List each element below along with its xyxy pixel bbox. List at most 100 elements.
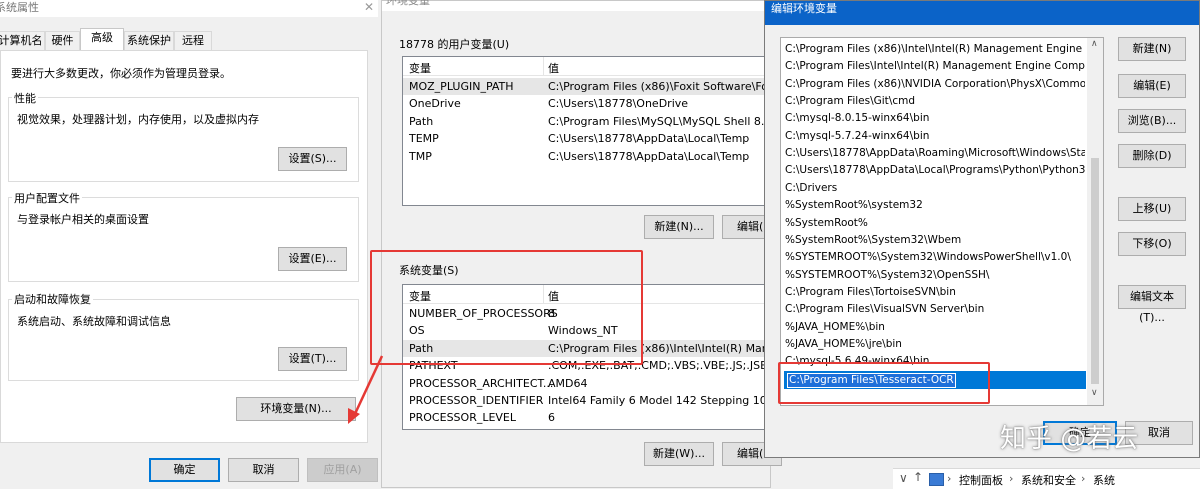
- variable-name: PROCESSOR_IDENTIFIER: [409, 394, 544, 407]
- breadcrumb-system[interactable]: 系统: [1093, 472, 1115, 488]
- move-down-button[interactable]: 下移(O): [1118, 232, 1186, 256]
- list-item[interactable]: TEMP C:\Users\18778\AppData\Local\Temp: [403, 130, 771, 147]
- user-profile-label: 用户配置文件: [12, 190, 82, 206]
- startup-recovery-label: 启动和故障恢复: [12, 291, 93, 307]
- environment-variables-window: 环境变量 18778 的用户变量(U) 变量 值 MOZ_PLUGIN_PATH…: [381, 0, 782, 488]
- tab-computer-name[interactable]: 计算机名: [0, 31, 45, 50]
- advanced-tab-page: 要进行大多数更改，你必须作为管理员登录。 性能 视觉效果，处理器计划，内存使用，…: [0, 50, 368, 443]
- path-entry-item[interactable]: C:\mysql-5.7.24-winx64\bin: [785, 128, 1085, 145]
- tab-strip: 计算机名 硬件 高级 系统保护 远程: [0, 28, 378, 50]
- path-entry-item[interactable]: C:\Drivers: [785, 180, 1085, 197]
- user-profile-desc: 与登录帐户相关的桌面设置: [17, 213, 149, 226]
- edit-env-titlebar: 编辑环境变量: [765, 1, 1199, 25]
- breadcrumb-system-security[interactable]: 系统和安全: [1021, 472, 1076, 488]
- list-item[interactable]: Path C:\Program Files\MySQL\MySQL Shell 8…: [403, 113, 771, 130]
- breadcrumb-separator-icon: ›: [1009, 472, 1014, 485]
- list-item[interactable]: MOZ_PLUGIN_PATH C:\Program Files (x86)\Fo…: [403, 78, 771, 95]
- watermark-text: 知乎 @若云: [1000, 424, 1139, 454]
- move-up-button[interactable]: 上移(U): [1118, 197, 1186, 221]
- browse-button[interactable]: 浏览(B)...: [1118, 109, 1186, 133]
- variable-value: C:\Users\18778\AppData\Local\Temp: [548, 132, 750, 145]
- cancel-button[interactable]: 取消: [228, 458, 299, 482]
- close-icon[interactable]: ✕: [364, 0, 374, 14]
- tab-label: 远程: [182, 34, 204, 47]
- performance-desc: 视觉效果，处理器计划，内存使用，以及虚拟内存: [17, 113, 259, 126]
- vertical-scrollbar[interactable]: ∧ ∨: [1087, 38, 1103, 405]
- path-entry-item[interactable]: %SystemRoot%\system32: [785, 197, 1085, 214]
- edit-entry-button[interactable]: 编辑(E): [1118, 74, 1186, 98]
- startup-settings-button[interactable]: 设置(T)...: [278, 347, 347, 371]
- scrollbar-thumb[interactable]: [1091, 158, 1099, 384]
- breadcrumb-separator-icon: ›: [1081, 472, 1086, 485]
- variable-name: OneDrive: [409, 97, 461, 110]
- variable-name: PROCESSOR_ARCHITECT...: [409, 377, 554, 390]
- path-entry-item[interactable]: C:\Program Files\TortoiseSVN\bin: [785, 284, 1085, 301]
- path-entry-item[interactable]: C:\Program Files (x86)\NVIDIA Corporatio…: [785, 76, 1085, 93]
- list-item[interactable]: PROCESSOR_IDENTIFIER Intel64 Family 6 Mod…: [403, 392, 771, 409]
- tab-advanced[interactable]: 高级: [80, 28, 124, 50]
- variable-name: Path: [409, 115, 434, 128]
- edit-text-button[interactable]: 编辑文本(T)...: [1118, 285, 1186, 324]
- system-new-button[interactable]: 新建(W)...: [644, 442, 714, 466]
- column-header-variable[interactable]: 变量: [409, 60, 431, 76]
- path-entry-item[interactable]: C:\Program Files (x86)\Intel\Intel(R) Ma…: [785, 41, 1085, 58]
- variable-value: C:\Users\18778\AppData\Local\Temp: [548, 150, 750, 163]
- tab-hardware[interactable]: 硬件: [45, 31, 80, 50]
- path-entry-item[interactable]: C:\Program Files\Intel\Intel(R) Manageme…: [785, 58, 1085, 75]
- path-entry-item[interactable]: %JAVA_HOME%\jre\bin: [785, 336, 1085, 353]
- path-entry-item[interactable]: C:\Program Files\Git\cmd: [785, 93, 1085, 110]
- user-vars-list[interactable]: 变量 值 MOZ_PLUGIN_PATH C:\Program Files (x8…: [402, 56, 772, 206]
- list-item[interactable]: TMP C:\Users\18778\AppData\Local\Temp: [403, 148, 771, 165]
- apply-button[interactable]: 应用(A): [307, 458, 378, 482]
- list-item[interactable]: PROCESSOR_ARCHITECT... AMD64: [403, 375, 771, 392]
- path-entry-item[interactable]: %JAVA_HOME%\bin: [785, 319, 1085, 336]
- performance-settings-button[interactable]: 设置(S)...: [278, 147, 347, 171]
- tab-label: 计算机名: [0, 34, 43, 47]
- column-header-value[interactable]: 值: [548, 60, 559, 76]
- variable-value: AMD64: [548, 377, 588, 390]
- list-header: 变量 值: [403, 57, 771, 76]
- window-title: 系统属性: [0, 1, 39, 14]
- new-entry-button[interactable]: 新建(N): [1118, 37, 1186, 61]
- path-entries-list[interactable]: C:\Program Files (x86)\Intel\Intel(R) Ma…: [780, 37, 1104, 406]
- user-new-button[interactable]: 新建(N)...: [644, 215, 714, 239]
- delete-entry-button[interactable]: 删除(D): [1118, 144, 1186, 168]
- path-entry-item[interactable]: C:\Program Files\VisualSVN Server\bin: [785, 301, 1085, 318]
- annotation-arrow: [348, 355, 384, 424]
- variable-name: MOZ_PLUGIN_PATH: [409, 80, 514, 93]
- tab-system-protection[interactable]: 系统保护: [124, 31, 174, 50]
- variable-name: PROCESSOR_LEVEL: [409, 411, 517, 424]
- path-entry-item[interactable]: %SystemRoot%: [785, 215, 1085, 232]
- environment-variables-button[interactable]: 环境变量(N)...: [236, 397, 356, 421]
- path-entry-item[interactable]: %SYSTEMROOT%\System32\OpenSSH\: [785, 267, 1085, 284]
- ok-button[interactable]: 确定: [149, 458, 220, 482]
- system-properties-window: 系统属性 ✕ 计算机名 硬件 高级 系统保护 远程 要进行大多数更改，你必须作为…: [0, 0, 378, 488]
- control-panel-icon: [929, 473, 944, 486]
- path-entry-item[interactable]: %SystemRoot%\System32\Wbem: [785, 232, 1085, 249]
- tab-remote[interactable]: 远程: [174, 31, 212, 50]
- window-title: 环境变量: [386, 0, 430, 7]
- path-entry-item[interactable]: C:\mysql-8.0.15-winx64\bin: [785, 110, 1085, 127]
- highlight-new-entry-box: [778, 362, 990, 404]
- env-titlebar: 环境变量: [382, 0, 770, 11]
- column-divider[interactable]: [543, 57, 544, 75]
- user-profile-settings-button[interactable]: 设置(E)...: [278, 247, 347, 271]
- scroll-up-arrow-icon[interactable]: ∧: [1091, 39, 1098, 49]
- breadcrumb-separator-icon: ›: [947, 472, 952, 485]
- performance-label: 性能: [12, 90, 38, 106]
- tab-label: 硬件: [51, 34, 74, 47]
- scroll-down-arrow-icon[interactable]: ∨: [1091, 388, 1098, 398]
- variable-value: C:\Program Files (x86)\Foxit Software\Fo…: [548, 80, 771, 93]
- variable-value: 6: [548, 411, 555, 424]
- up-arrow-icon[interactable]: ↑: [913, 470, 923, 484]
- variable-value: C:\Program Files\MySQL\MySQL Shell 8.0\b…: [548, 115, 771, 128]
- back-arrow-icon[interactable]: ∨: [899, 471, 908, 485]
- path-entry-item[interactable]: C:\Users\18778\AppData\Local\Programs\Py…: [785, 162, 1085, 179]
- breadcrumb-control-panel[interactable]: 控制面板: [959, 472, 1003, 488]
- path-entry-item[interactable]: C:\Users\18778\AppData\Roaming\Microsoft…: [785, 145, 1085, 162]
- list-item[interactable]: OneDrive C:\Users\18778\OneDrive: [403, 95, 771, 112]
- list-item[interactable]: PROCESSOR_LEVEL 6: [403, 409, 771, 426]
- cancel-label: 取消: [1148, 426, 1170, 439]
- path-entry-item[interactable]: %SYSTEMROOT%\System32\WindowsPowerShell\…: [785, 249, 1085, 266]
- system-properties-titlebar: 系统属性 ✕: [0, 0, 378, 17]
